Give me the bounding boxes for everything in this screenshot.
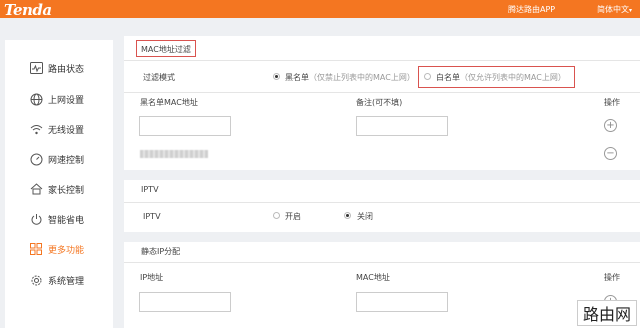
column-header-mac: 黑名单MAC地址 xyxy=(140,98,198,107)
sidebar-item-more-features[interactable]: 更多功能 xyxy=(5,234,113,264)
globe-icon xyxy=(29,92,43,106)
static-mac-input[interactable] xyxy=(356,292,448,312)
top-bar: Tenda 腾达路由APP 简体中文▾ xyxy=(0,0,640,19)
iptv-on-radio[interactable] xyxy=(273,212,280,219)
mac-address-input[interactable] xyxy=(139,116,231,136)
remove-icon[interactable]: − xyxy=(604,147,617,160)
status-icon xyxy=(29,61,43,75)
iptv-label: IPTV xyxy=(143,212,161,221)
column-header-action: 操作 xyxy=(604,98,620,107)
power-icon xyxy=(29,212,43,226)
iptv-off-radio[interactable] xyxy=(344,212,351,219)
sidebar-item-parental-control[interactable]: 家长控制 xyxy=(5,174,113,204)
blacklist-radio[interactable] xyxy=(273,73,280,80)
watermark: 路由网 xyxy=(577,300,637,326)
divider xyxy=(124,60,640,61)
static-ip-section-title: 静态IP分配 xyxy=(141,247,181,256)
settings-icon xyxy=(29,273,43,287)
iptv-on-label[interactable]: 开启 xyxy=(285,211,301,222)
tenda-logo: Tenda xyxy=(4,1,52,19)
language-label: 简体中文 xyxy=(597,5,629,14)
sidebar-item-label: 路由状态 xyxy=(48,64,85,75)
section-separator xyxy=(124,232,640,242)
divider xyxy=(124,92,640,93)
sidebar-item-speed-control[interactable]: 网速控制 xyxy=(5,144,113,174)
sidebar-item-label: 上网设置 xyxy=(48,95,85,106)
filter-mode-label: 过滤模式 xyxy=(143,73,175,82)
language-selector[interactable]: 简体中文▾ xyxy=(597,4,632,15)
sidebar-item-label: 系统管理 xyxy=(48,276,85,287)
divider xyxy=(124,262,640,263)
whitelist-radio[interactable] xyxy=(424,73,431,80)
speed-icon xyxy=(29,152,43,166)
iptv-off-label[interactable]: 关闭 xyxy=(357,211,373,222)
ip-address-input[interactable] xyxy=(139,292,231,312)
remark-input[interactable] xyxy=(356,116,448,136)
main-panel: MAC地址过滤 过滤模式 黑名单（仅禁止列表中的MAC上网） 白名单（仅允许列表… xyxy=(124,36,640,328)
sidebar-item-wireless[interactable]: 无线设置 xyxy=(5,114,113,144)
sidebar-item-label: 家长控制 xyxy=(48,185,85,196)
whitelist-option[interactable]: 白名单（仅允许列表中的MAC上网） xyxy=(436,72,566,83)
wifi-icon xyxy=(29,122,43,136)
column-header-remark: 备注(可不填) xyxy=(356,98,403,107)
whitelist-label: 白名单 xyxy=(436,73,460,82)
blurred-mac-entry xyxy=(140,150,208,158)
whitelist-hint: （仅允许列表中的MAC上网） xyxy=(460,73,566,82)
column-header-ip: IP地址 xyxy=(140,273,164,282)
sidebar-item-label: 更多功能 xyxy=(48,245,85,256)
divider xyxy=(124,202,640,203)
app-link[interactable]: 腾达路由APP xyxy=(508,4,555,15)
home-icon xyxy=(29,182,43,196)
column-header-mac: MAC地址 xyxy=(356,273,390,282)
sidebar-item-label: 智能省电 xyxy=(48,215,85,226)
sidebar-item-power-saving[interactable]: 智能省电 xyxy=(5,204,113,234)
sidebar-item-internet[interactable]: 上网设置 xyxy=(5,84,113,114)
section-separator xyxy=(124,170,640,180)
grid-icon xyxy=(29,242,43,256)
sidebar-item-system[interactable]: 系统管理 xyxy=(5,265,113,295)
chevron-down-icon: ▾ xyxy=(629,7,633,14)
blacklist-option[interactable]: 黑名单（仅禁止列表中的MAC上网） xyxy=(285,72,415,83)
sidebar: 路由状态 上网设置 无线设置 网速控制 家长控制 智能省电 更多功能 系统管理 xyxy=(5,40,113,328)
sidebar-item-label: 无线设置 xyxy=(48,125,85,136)
sidebar-item-router-status[interactable]: 路由状态 xyxy=(5,53,113,83)
mac-filter-title: MAC地址过滤 xyxy=(141,45,191,54)
blacklist-label: 黑名单 xyxy=(285,73,309,82)
sidebar-item-label: 网速控制 xyxy=(48,155,85,166)
iptv-section-title: IPTV xyxy=(141,185,159,194)
add-icon[interactable]: + xyxy=(604,119,617,132)
column-header-action: 操作 xyxy=(604,273,620,282)
blacklist-hint: （仅禁止列表中的MAC上网） xyxy=(309,73,415,82)
